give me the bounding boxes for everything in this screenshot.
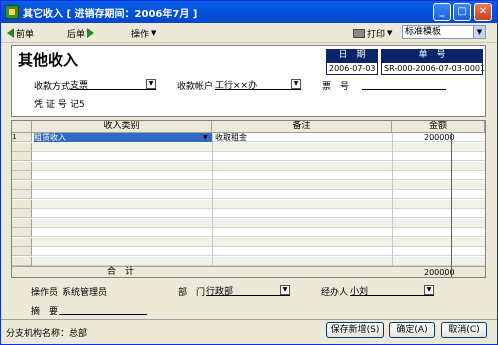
table-row[interactable] [12, 237, 485, 247]
form-header: 其他收入 日 期 2006-07-03 单 号 SR-000-2006-07-0… [11, 45, 486, 117]
column-header-amount[interactable]: 金额 [392, 121, 485, 133]
total-row: 合 计 200000 [12, 266, 485, 277]
chevron-down-icon[interactable]: ▼ [473, 26, 485, 38]
row-header [12, 218, 32, 228]
operator-label: 操作员 [31, 288, 59, 298]
prev-label: 前单 [16, 29, 35, 40]
receive-account-label: 收款帐户 [177, 82, 214, 92]
row-header [12, 180, 32, 190]
branch-label: 分支机构名称：总部 [6, 329, 88, 339]
operator-value: 系统管理员 [62, 288, 108, 298]
chevron-down-icon: ▼ [387, 29, 393, 37]
amount-cell[interactable]: 200000 [424, 133, 455, 142]
table-row[interactable] [12, 256, 485, 266]
handler-label: 经办人 [321, 288, 349, 298]
arrow-right-icon [87, 28, 95, 38]
print-label: 打印 [367, 29, 386, 40]
page-title: 其他收入 [18, 51, 79, 69]
detail-grid: 收入类别 备注 金额 1 租赁收入 ▼ 收取租金 200000 合 计 200000 [11, 120, 486, 278]
handler-underline [350, 295, 434, 296]
total-value: 200000 [424, 268, 455, 277]
arrow-left-icon [7, 28, 14, 38]
payment-method-underline [70, 89, 156, 90]
template-select[interactable]: 标准模板 ▼ [402, 25, 486, 39]
prev-button[interactable]: 前单 [7, 26, 34, 40]
column-header-category[interactable]: 收入类别 [32, 121, 212, 133]
table-row[interactable] [12, 142, 485, 152]
next-button[interactable]: 后单 [67, 26, 95, 40]
table-row[interactable] [12, 190, 485, 199]
summary-underline [59, 314, 147, 315]
receive-account-underline [215, 89, 301, 90]
table-row[interactable] [12, 247, 485, 256]
doc-no-field[interactable]: SR-000-2006-07-03-0001 [381, 62, 485, 75]
chevron-down-icon[interactable]: ▼ [424, 285, 434, 295]
close-button[interactable]: ✕ [474, 3, 492, 21]
ticket-underline [362, 89, 446, 90]
doc-no-label: 单 号 [381, 49, 483, 62]
cancel-button[interactable]: 取消(C) [441, 322, 487, 338]
ticket-label: 票 号 [322, 82, 350, 92]
status-divider [1, 319, 497, 320]
voucher-value: 记5 [70, 100, 85, 110]
column-divider [212, 133, 213, 266]
category-cell[interactable]: 租赁收入 [34, 133, 212, 142]
printer-icon [353, 28, 365, 38]
table-row[interactable] [12, 228, 485, 237]
table-row[interactable] [12, 209, 485, 218]
row-header [12, 171, 32, 180]
app-icon [5, 5, 19, 19]
row-header [12, 152, 32, 161]
row-header [12, 228, 32, 237]
column-divider [392, 133, 393, 266]
save-new-button[interactable]: 保存新增(S) [326, 322, 384, 338]
ok-button[interactable]: 确定(A) [389, 322, 435, 338]
chevron-down-icon[interactable]: ▼ [146, 79, 156, 89]
maximize-button[interactable]: □ [453, 3, 471, 21]
decimal-divider [451, 133, 452, 277]
dept-label: 部 门 [178, 288, 206, 298]
operate-label: 操作 [131, 29, 150, 40]
table-row[interactable] [12, 199, 485, 209]
grid-corner [12, 121, 32, 133]
column-header-remark[interactable]: 备注 [212, 121, 392, 133]
payment-method-label: 收款方式 [34, 82, 71, 92]
table-row[interactable]: 1 租赁收入 ▼ 收取租金 200000 [12, 133, 485, 142]
title-bar: 其它收入 [ 进销存期间：2006年7月 ] _ □ ✕ [1, 1, 497, 23]
row-header [12, 190, 32, 199]
date-field[interactable]: 2006-07-03 [326, 62, 378, 75]
main-window: 其它收入 [ 进销存期间：2006年7月 ] _ □ ✕ 前单 后单 操作 ▼ … [0, 0, 498, 345]
row-header [12, 237, 32, 247]
remark-cell[interactable]: 收取租金 [215, 133, 247, 142]
row-header [12, 161, 32, 171]
table-row[interactable] [12, 161, 485, 171]
date-label: 日 期 [326, 49, 378, 62]
chevron-down-icon[interactable]: ▼ [280, 285, 290, 295]
table-row[interactable] [12, 180, 485, 190]
chevron-down-icon[interactable]: ▼ [291, 79, 301, 89]
summary-label: 摘 要 [31, 307, 59, 317]
table-row[interactable] [12, 171, 485, 180]
window-title: 其它收入 [ 进销存期间：2006年7月 ] [23, 8, 198, 20]
print-menu[interactable]: 打印 ▼ [353, 26, 392, 40]
chevron-down-icon[interactable]: ▼ [203, 133, 208, 142]
minimize-button[interactable]: _ [433, 3, 451, 21]
dept-underline [206, 295, 290, 296]
row-header: 1 [12, 133, 32, 142]
chevron-down-icon: ▼ [151, 29, 157, 37]
total-label: 合 计 [107, 267, 135, 277]
row-header [12, 142, 32, 152]
template-value: 标准模板 [405, 27, 442, 37]
table-row[interactable] [12, 152, 485, 161]
operate-menu[interactable]: 操作 ▼ [131, 26, 156, 40]
row-header [12, 247, 32, 256]
row-header [12, 209, 32, 218]
row-header [12, 256, 32, 266]
voucher-label: 凭 证 号 [34, 100, 67, 110]
table-row[interactable] [12, 218, 485, 228]
row-header [12, 199, 32, 209]
next-label: 后单 [67, 29, 86, 40]
